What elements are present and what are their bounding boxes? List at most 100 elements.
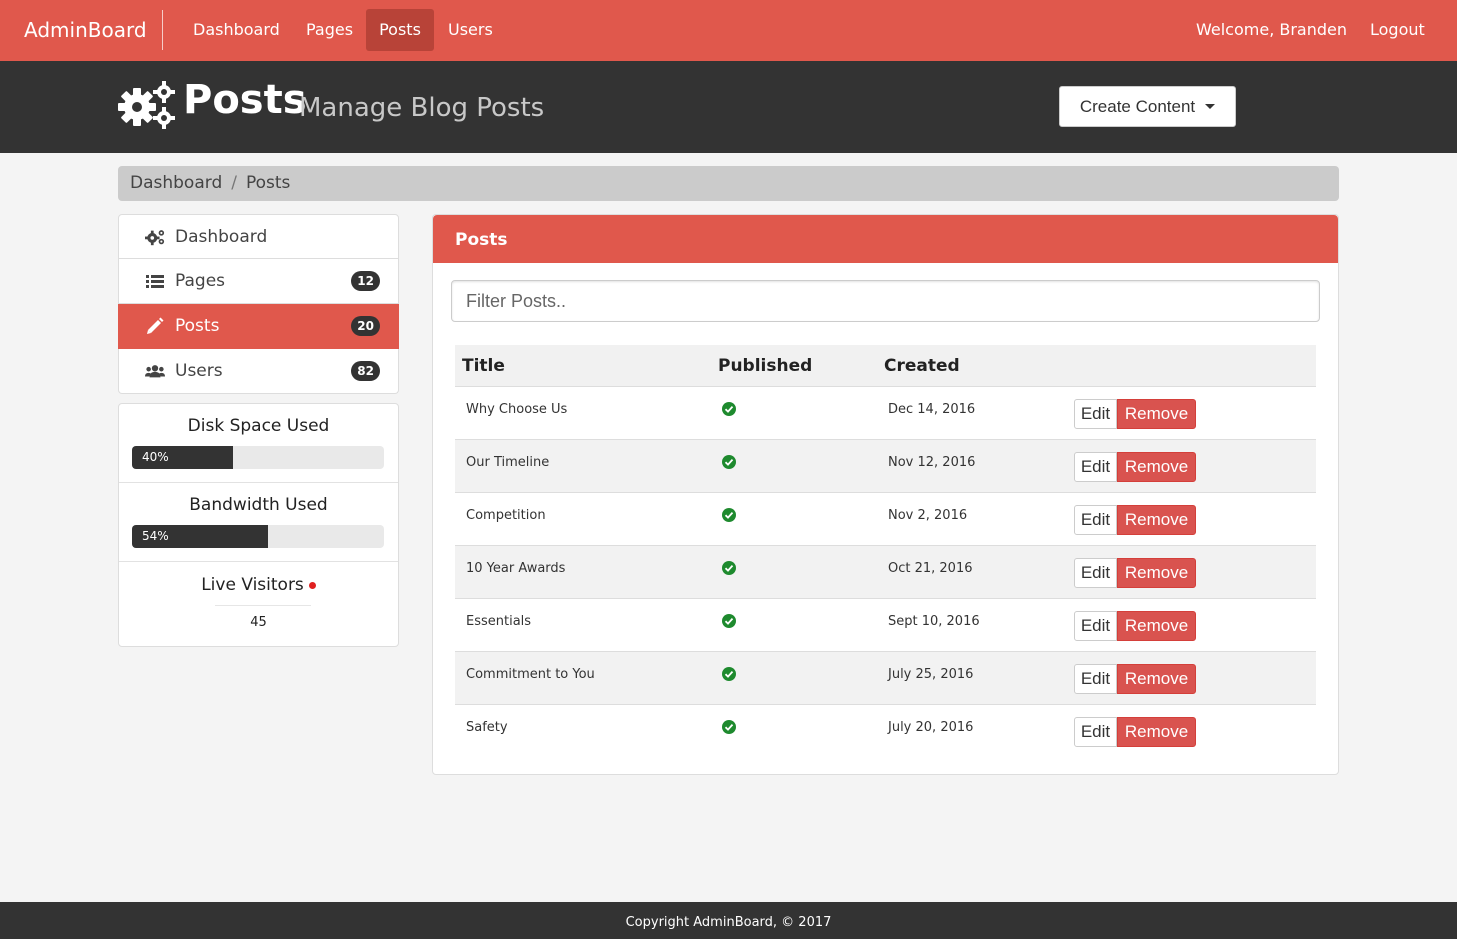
- bandwidth-stat: Bandwidth Used: [119, 495, 398, 515]
- top-navbar: AdminBoard Dashboard Pages Posts Users W…: [0, 0, 1457, 61]
- page-header: Posts Manage Blog Posts Create Content: [0, 61, 1457, 153]
- breadcrumb-current: Posts: [245, 173, 291, 193]
- table-row: Essentials Sept 10, 2016 Edit Remove: [455, 598, 1316, 651]
- count-badge: 12: [351, 271, 380, 291]
- post-created-date: Sept 10, 2016: [888, 614, 980, 629]
- cogs-icon: [118, 81, 175, 129]
- sidebar-item-pages[interactable]: Pages 12: [118, 259, 399, 304]
- remove-button[interactable]: Remove: [1117, 611, 1196, 641]
- remove-button[interactable]: Remove: [1117, 399, 1196, 429]
- nav-link-dashboard[interactable]: Dashboard: [180, 9, 293, 51]
- sidebar-item-label: Users: [175, 361, 223, 381]
- check-circle-icon: [722, 561, 736, 575]
- remove-button[interactable]: Remove: [1117, 717, 1196, 747]
- edit-button[interactable]: Edit: [1074, 505, 1117, 535]
- brand-divider: [162, 10, 163, 50]
- sidebar-menu: Dashboard Pages 12 Posts 20 Users 82: [118, 214, 399, 394]
- live-visitors-count: 45: [250, 615, 267, 630]
- divider: [215, 605, 311, 606]
- cogs-icon: [145, 227, 165, 247]
- check-circle-icon: [722, 402, 736, 416]
- post-title: Competition: [466, 508, 546, 523]
- breadcrumb-dashboard[interactable]: Dashboard: [130, 173, 222, 193]
- remove-button[interactable]: Remove: [1117, 505, 1196, 535]
- live-visitors-title: Live Visitors: [201, 575, 304, 595]
- table-row: Competition Nov 2, 2016 Edit Remove: [455, 492, 1316, 545]
- edit-button[interactable]: Edit: [1074, 399, 1117, 429]
- sidebar-item-dashboard[interactable]: Dashboard: [118, 214, 399, 259]
- column-title: Title: [462, 356, 505, 376]
- post-created-date: Nov 2, 2016: [888, 508, 968, 523]
- post-title: Our Timeline: [466, 455, 550, 470]
- nav-link-users[interactable]: Users: [435, 9, 506, 51]
- post-title: Safety: [466, 720, 508, 735]
- live-dot-icon: [308, 581, 316, 589]
- post-created-date: Dec 14, 2016: [888, 402, 976, 417]
- remove-button[interactable]: Remove: [1117, 664, 1196, 694]
- table-row: Commitment to You July 25, 2016 Edit Remove: [455, 651, 1316, 704]
- divider: [119, 482, 398, 483]
- column-published: Published: [718, 356, 813, 376]
- disk-space-title: Disk Space Used: [187, 416, 330, 436]
- create-content-button[interactable]: Create Content: [1059, 86, 1236, 127]
- welcome-link[interactable]: Welcome, Branden: [1183, 9, 1360, 51]
- remove-button[interactable]: Remove: [1117, 558, 1196, 588]
- footer: Copyright AdminBoard, © 2017: [0, 902, 1457, 939]
- filter-posts-input[interactable]: [451, 280, 1320, 322]
- bandwidth-progress: 54%: [132, 525, 384, 548]
- edit-button[interactable]: Edit: [1074, 664, 1117, 694]
- bandwidth-title: Bandwidth Used: [189, 495, 328, 515]
- edit-button[interactable]: Edit: [1074, 452, 1117, 482]
- sidebar-item-label: Dashboard: [175, 226, 268, 247]
- caret-down-icon: [1205, 104, 1216, 109]
- nav-link-posts[interactable]: Posts: [366, 9, 434, 51]
- edit-button[interactable]: Edit: [1074, 717, 1117, 747]
- check-circle-icon: [722, 667, 736, 681]
- table-header: Title Published Created: [455, 345, 1316, 386]
- post-created-date: July 20, 2016: [888, 720, 974, 735]
- remove-button[interactable]: Remove: [1117, 452, 1196, 482]
- posts-panel: Posts Title Published Created Why Choose…: [432, 214, 1339, 775]
- check-circle-icon: [722, 614, 736, 628]
- disk-space-fill: 40%: [132, 446, 233, 469]
- breadcrumb-separator: /: [231, 173, 237, 193]
- posts-panel-title: Posts: [433, 215, 1338, 263]
- check-circle-icon: [722, 508, 736, 522]
- table-row: Safety July 20, 2016 Edit Remove: [455, 704, 1316, 757]
- sidebar-item-posts[interactable]: Posts 20: [118, 304, 399, 349]
- list-icon: [145, 271, 165, 291]
- count-badge: 82: [351, 361, 380, 381]
- post-created-date: Oct 21, 2016: [888, 561, 973, 576]
- logout-link[interactable]: Logout: [1357, 9, 1438, 51]
- edit-button[interactable]: Edit: [1074, 558, 1117, 588]
- nav-link-pages[interactable]: Pages: [293, 9, 366, 51]
- table-row: Why Choose Us Dec 14, 2016 Edit Remove: [455, 386, 1316, 439]
- divider: [119, 561, 398, 562]
- bandwidth-fill: 54%: [132, 525, 269, 548]
- count-badge: 20: [351, 316, 380, 336]
- disk-space-progress: 40%: [132, 446, 384, 469]
- post-created-date: Nov 12, 2016: [888, 455, 976, 470]
- post-title: Why Choose Us: [466, 402, 568, 417]
- users-icon: [145, 361, 165, 381]
- table-row: Our Timeline Nov 12, 2016 Edit Remove: [455, 439, 1316, 492]
- edit-button[interactable]: Edit: [1074, 611, 1117, 641]
- create-content-label: Create Content: [1079, 96, 1196, 116]
- sidebar-item-users[interactable]: Users 82: [118, 349, 399, 394]
- breadcrumb: Dashboard / Posts: [118, 166, 1339, 201]
- brand-logo[interactable]: AdminBoard: [24, 0, 147, 61]
- post-created-date: July 25, 2016: [888, 667, 974, 682]
- live-visitors-stat: Live Visitors: [119, 575, 398, 595]
- column-created: Created: [884, 356, 960, 376]
- post-title: Essentials: [466, 614, 532, 629]
- check-circle-icon: [722, 455, 736, 469]
- check-circle-icon: [722, 720, 736, 734]
- sidebar-item-label: Posts: [175, 316, 220, 336]
- sidebar-item-label: Pages: [175, 271, 226, 291]
- page-subtitle: Manage Blog Posts: [299, 93, 545, 123]
- pencil-icon: [145, 316, 165, 336]
- post-title: Commitment to You: [466, 667, 595, 682]
- stats-panel: Disk Space Used 40% Bandwidth Used 54% L…: [118, 403, 399, 647]
- disk-space-stat: Disk Space Used: [119, 416, 398, 436]
- post-title: 10 Year Awards: [466, 561, 566, 576]
